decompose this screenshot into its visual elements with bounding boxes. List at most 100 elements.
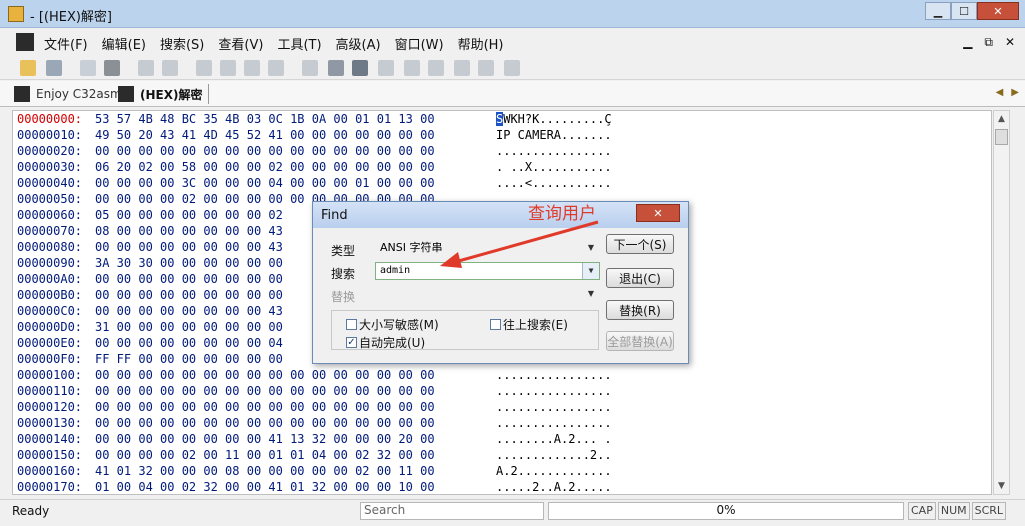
bookmark-prev-icon[interactable] (220, 60, 236, 76)
hex-row[interactable]: 00000170: 01 00 04 00 02 32 00 00 41 01 3… (13, 479, 991, 494)
document-icon[interactable] (16, 33, 34, 51)
checkbox-box[interactable] (490, 319, 501, 330)
menu-edit[interactable]: 编辑(E) (102, 34, 146, 53)
hex-row[interactable]: 00000100: 00 00 00 00 00 00 00 00 00 00 0… (13, 367, 991, 383)
checkbox-box[interactable] (346, 319, 357, 330)
bookmark-next-icon[interactable] (244, 60, 260, 76)
hex-ascii[interactable]: A.2............. (496, 464, 612, 478)
menu-help[interactable]: 帮助(H) (458, 34, 504, 53)
scroll-down-icon[interactable]: ▼ (994, 478, 1009, 494)
hex-bytes[interactable]: 53 57 4B 48 BC 35 4B 03 0C 1B 0A 00 01 0… (95, 112, 435, 126)
refresh-icon[interactable] (454, 60, 470, 76)
hex-bytes[interactable]: 00 00 00 00 00 00 00 00 00 (95, 272, 283, 286)
hex-bytes[interactable]: 01 00 04 00 02 32 00 00 41 01 32 00 00 0… (95, 480, 435, 494)
scroll-thumb[interactable] (995, 129, 1008, 145)
grid2-icon[interactable] (404, 60, 420, 76)
hex-bytes[interactable]: 00 00 00 00 00 00 00 00 00 00 00 00 00 0… (95, 144, 435, 158)
close-button[interactable]: ✕ (977, 2, 1019, 20)
chevron-down-icon[interactable]: ▼ (583, 240, 599, 256)
menu-advanced[interactable]: 高级(A) (336, 34, 381, 53)
hex-bytes[interactable]: 05 00 00 00 00 00 00 00 02 (95, 208, 283, 222)
mdi-close-icon[interactable]: ✕ (1005, 35, 1015, 50)
copy-icon[interactable] (80, 60, 96, 76)
hex-bytes[interactable]: FF FF 00 00 00 00 00 00 00 (95, 352, 283, 366)
checkbox-box[interactable]: ✓ (346, 337, 357, 348)
tab-right-icon[interactable]: ▶ (1011, 87, 1019, 98)
list-icon[interactable] (328, 60, 344, 76)
type-select[interactable]: ANSI 字符串 ▼ (375, 239, 600, 257)
hex-bytes[interactable]: 08 00 00 00 00 00 00 00 43 (95, 224, 283, 238)
hex-bytes[interactable]: 00 00 00 00 00 00 00 00 00 00 00 00 00 0… (95, 400, 435, 414)
hex-bytes[interactable]: 00 00 00 00 00 00 00 00 04 (95, 336, 283, 350)
hex-row[interactable]: 00000110: 00 00 00 00 00 00 00 00 00 00 0… (13, 383, 991, 399)
hex-row[interactable]: 00000040: 00 00 00 00 3C 00 00 00 04 00 0… (13, 175, 991, 191)
replace-input[interactable]: ▼ (375, 285, 600, 303)
hex-ascii[interactable]: IP CAMERA....... (496, 128, 612, 142)
find-next-button[interactable]: 下一个(S) (606, 234, 674, 254)
hex-bytes[interactable]: 3A 30 30 00 00 00 00 00 00 (95, 256, 283, 270)
menu-window[interactable]: 窗口(W) (395, 34, 444, 53)
hex-bytes[interactable]: 00 00 00 00 00 00 00 00 43 (95, 240, 283, 254)
hex-ascii[interactable]: ................ (496, 400, 612, 414)
case-sensitive-checkbox[interactable]: 大小写敏感(M) (346, 316, 439, 333)
table-icon[interactable] (504, 60, 520, 76)
bookmark-icon[interactable] (196, 60, 212, 76)
open-icon[interactable] (20, 60, 36, 76)
hex-bytes[interactable]: 49 50 20 43 41 4D 45 52 41 00 00 00 00 0… (95, 128, 435, 142)
save-icon[interactable] (46, 60, 62, 76)
hex-ascii[interactable]: . ..X........... (496, 160, 612, 174)
minimize-button[interactable]: ▁ (925, 2, 951, 20)
hex-bytes[interactable]: 00 00 00 00 00 00 00 00 41 13 32 00 00 0… (95, 432, 435, 446)
search-input[interactable]: admin ▼ (375, 262, 600, 280)
hex-ascii[interactable]: ................ (496, 384, 612, 398)
paste-icon[interactable] (104, 60, 120, 76)
hex-bytes[interactable]: 00 00 00 00 00 00 00 00 00 00 00 00 00 0… (95, 384, 435, 398)
hex-bytes[interactable]: 00 00 00 00 3C 00 00 00 04 00 00 00 01 0… (95, 176, 435, 190)
bookmark-clear-icon[interactable] (268, 60, 284, 76)
tab-enjoy-c32asm[interactable]: Enjoy C32asm (14, 84, 122, 104)
chevron-down-icon[interactable]: ▼ (582, 263, 599, 279)
mdi-minimize-icon[interactable]: ▁ (963, 35, 972, 50)
hex-row[interactable]: 00000120: 00 00 00 00 00 00 00 00 00 00 0… (13, 399, 991, 415)
hex-bytes[interactable]: 41 01 32 00 00 00 08 00 00 00 00 00 02 0… (95, 464, 435, 478)
hex-row[interactable]: 00000010: 49 50 20 43 41 4D 45 52 41 00 0… (13, 127, 991, 143)
hex-ascii[interactable]: ................ (496, 144, 612, 158)
hex-ascii[interactable]: ................ (496, 368, 612, 382)
hex-bytes[interactable]: 06 20 02 00 58 00 00 00 02 00 00 00 00 0… (95, 160, 435, 174)
search-up-checkbox[interactable]: 往上搜索(E) (490, 316, 568, 333)
goto-icon[interactable] (302, 60, 318, 76)
hex-row[interactable]: 00000130: 00 00 00 00 00 00 00 00 00 00 0… (13, 415, 991, 431)
exit-button[interactable]: 退出(C) (606, 268, 674, 288)
menu-file[interactable]: 文件(F) (44, 34, 88, 53)
hex-row[interactable]: 00000000: 53 57 4B 48 BC 35 4B 03 0C 1B 0… (13, 111, 991, 127)
menu-view[interactable]: 查看(V) (218, 34, 263, 53)
menu-tools[interactable]: 工具(T) (277, 34, 321, 53)
replace-all-button[interactable]: 全部替换(A) (606, 331, 674, 351)
scroll-up-icon[interactable]: ▲ (994, 111, 1009, 127)
hex-bytes[interactable]: 00 00 00 00 00 00 00 00 43 (95, 304, 283, 318)
hex-ascii[interactable]: .............2.. (496, 448, 612, 462)
hex-ascii[interactable]: ....<........... (496, 176, 612, 190)
hex-row[interactable]: 00000020: 00 00 00 00 00 00 00 00 00 00 0… (13, 143, 991, 159)
grid-icon[interactable] (378, 60, 394, 76)
replace-button[interactable]: 替换(R) (606, 300, 674, 320)
mdi-restore-icon[interactable]: ⧉ (984, 35, 993, 50)
hex-ascii[interactable]: SWKH?K.........Ç (496, 112, 612, 126)
forward-icon[interactable] (162, 60, 178, 76)
tab-left-icon[interactable]: ◀ (996, 87, 1004, 98)
hex-ascii[interactable]: ................ (496, 416, 612, 430)
status-search-field[interactable]: Search (360, 502, 544, 520)
find-dialog-close-button[interactable]: ✕ (636, 204, 680, 222)
hex-bytes[interactable]: 31 00 00 00 00 00 00 00 00 (95, 320, 283, 334)
hex-bytes[interactable]: 00 00 00 00 00 00 00 00 00 00 00 00 00 0… (95, 416, 435, 430)
back-icon[interactable] (138, 60, 154, 76)
hex-bytes[interactable]: 00 00 00 00 00 00 00 00 00 (95, 288, 283, 302)
maximize-button[interactable]: ☐ (951, 2, 977, 20)
hex-row[interactable]: 00000030: 06 20 02 00 58 00 00 00 02 00 0… (13, 159, 991, 175)
chevron-down-icon[interactable]: ▼ (583, 286, 599, 302)
grid3-icon[interactable] (428, 60, 444, 76)
hex-bytes[interactable]: 00 00 00 00 02 00 11 00 01 01 04 00 02 3… (95, 448, 435, 462)
menu-search[interactable]: 搜索(S) (160, 34, 204, 53)
hex-ascii[interactable]: .....2..A.2..... (496, 480, 612, 494)
hex-row[interactable]: 00000160: 41 01 32 00 00 00 08 00 00 00 0… (13, 463, 991, 479)
